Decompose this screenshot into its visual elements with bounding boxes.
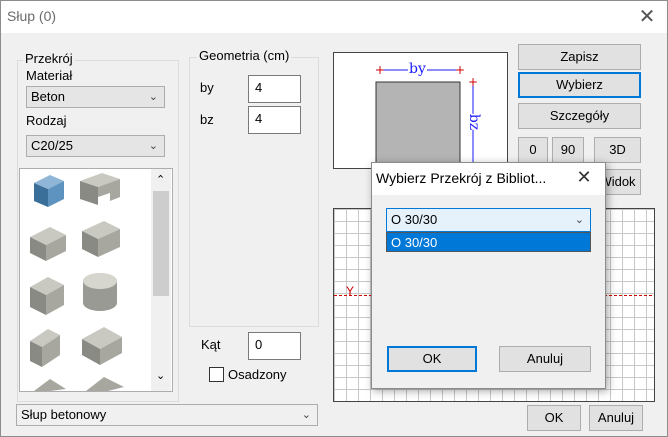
angle-input[interactable]: 0 [248, 332, 301, 360]
scroll-thumb[interactable] [153, 191, 169, 296]
chevron-down-icon: ⌄ [301, 409, 311, 421]
scroll-up-icon[interactable]: ⌃ [156, 173, 165, 186]
preview-bz-label: bz [466, 113, 483, 131]
shape-thumbnails [30, 173, 124, 391]
material-value: Beton [31, 89, 65, 104]
cross-shape-icon[interactable] [82, 327, 122, 365]
bz-input[interactable]: 4 [248, 106, 301, 134]
window-title: Słup (0) [7, 8, 57, 24]
y-axis-label: Y [346, 284, 355, 298]
library-close-icon[interactable]: ✕ [572, 166, 596, 190]
by-start-marker: + [375, 63, 385, 77]
preview-by-label: by [408, 61, 427, 77]
t-shape-icon[interactable] [30, 227, 66, 261]
chevron-down-icon: ⌄ [148, 91, 158, 103]
library-selected-value: O 30/30 [391, 212, 438, 227]
type-value: C20/25 [31, 138, 73, 153]
cancel-button[interactable]: Anuluj [589, 405, 643, 431]
library-ok-button[interactable]: OK [387, 346, 477, 372]
by-label: by [200, 80, 214, 95]
angle-label: Kąt [201, 337, 221, 352]
section-rectangle [375, 81, 461, 167]
u-shape-icon[interactable] [82, 221, 120, 257]
l-shape-icon[interactable] [30, 329, 60, 367]
material-select[interactable]: Beton ⌄ [26, 86, 165, 108]
choose-button[interactable]: Wybierz [518, 72, 641, 98]
library-option[interactable]: O 30/30 [386, 232, 591, 252]
element-type-select[interactable]: Słup betonowy ⌄ [16, 404, 318, 426]
geometry-group-label: Geometria (cm) [197, 48, 292, 63]
type-select[interactable]: C20/25 ⌄ [26, 135, 165, 157]
by-input[interactable]: 4 [248, 75, 301, 103]
rotate-0-button[interactable]: 0 [518, 137, 548, 163]
angle-shape-icon[interactable] [34, 377, 124, 391]
details-button[interactable]: Szczegóły [518, 103, 641, 129]
rectangle-shape-icon[interactable] [34, 175, 64, 207]
close-icon[interactable]: ✕ [634, 3, 660, 29]
chevron-down-icon: ⌄ [148, 140, 158, 152]
by-end-marker: + [455, 63, 465, 77]
material-label: Materiał [26, 68, 73, 83]
shape-list-scrollbar[interactable]: ⌃ ⌄ [151, 169, 171, 391]
save-button[interactable]: Zapisz [518, 44, 641, 70]
embedded-label: Osadzony [228, 367, 287, 382]
type-label: Rodzaj [26, 113, 67, 128]
cylinder-shape-icon[interactable] [83, 273, 117, 311]
element-type-value: Słup betonowy [21, 407, 107, 422]
library-cancel-button[interactable]: Anuluj [499, 346, 591, 372]
chevron-down-icon: ⌄ [574, 214, 584, 226]
embedded-checkbox[interactable] [209, 367, 224, 382]
library-dialog-title: Wybierz Przekrój z Bibliot... [376, 170, 547, 186]
section-group-label: Przekrój [23, 51, 75, 66]
bz-label: bz [200, 112, 214, 127]
rotate-90-button[interactable]: 90 [552, 137, 584, 163]
shape-list[interactable]: ⌃ ⌄ [19, 168, 173, 392]
scroll-down-icon[interactable]: ⌄ [156, 369, 165, 382]
channel-shape-icon[interactable] [80, 173, 120, 205]
title-bar [1, 1, 667, 33]
library-section-select[interactable]: O 30/30 ⌄ [386, 208, 591, 232]
view-3d-button[interactable]: 3D [594, 137, 641, 163]
bz-start-marker: + [468, 75, 478, 89]
ok-button[interactable]: OK [527, 405, 581, 431]
c-shape-icon[interactable] [30, 277, 64, 315]
